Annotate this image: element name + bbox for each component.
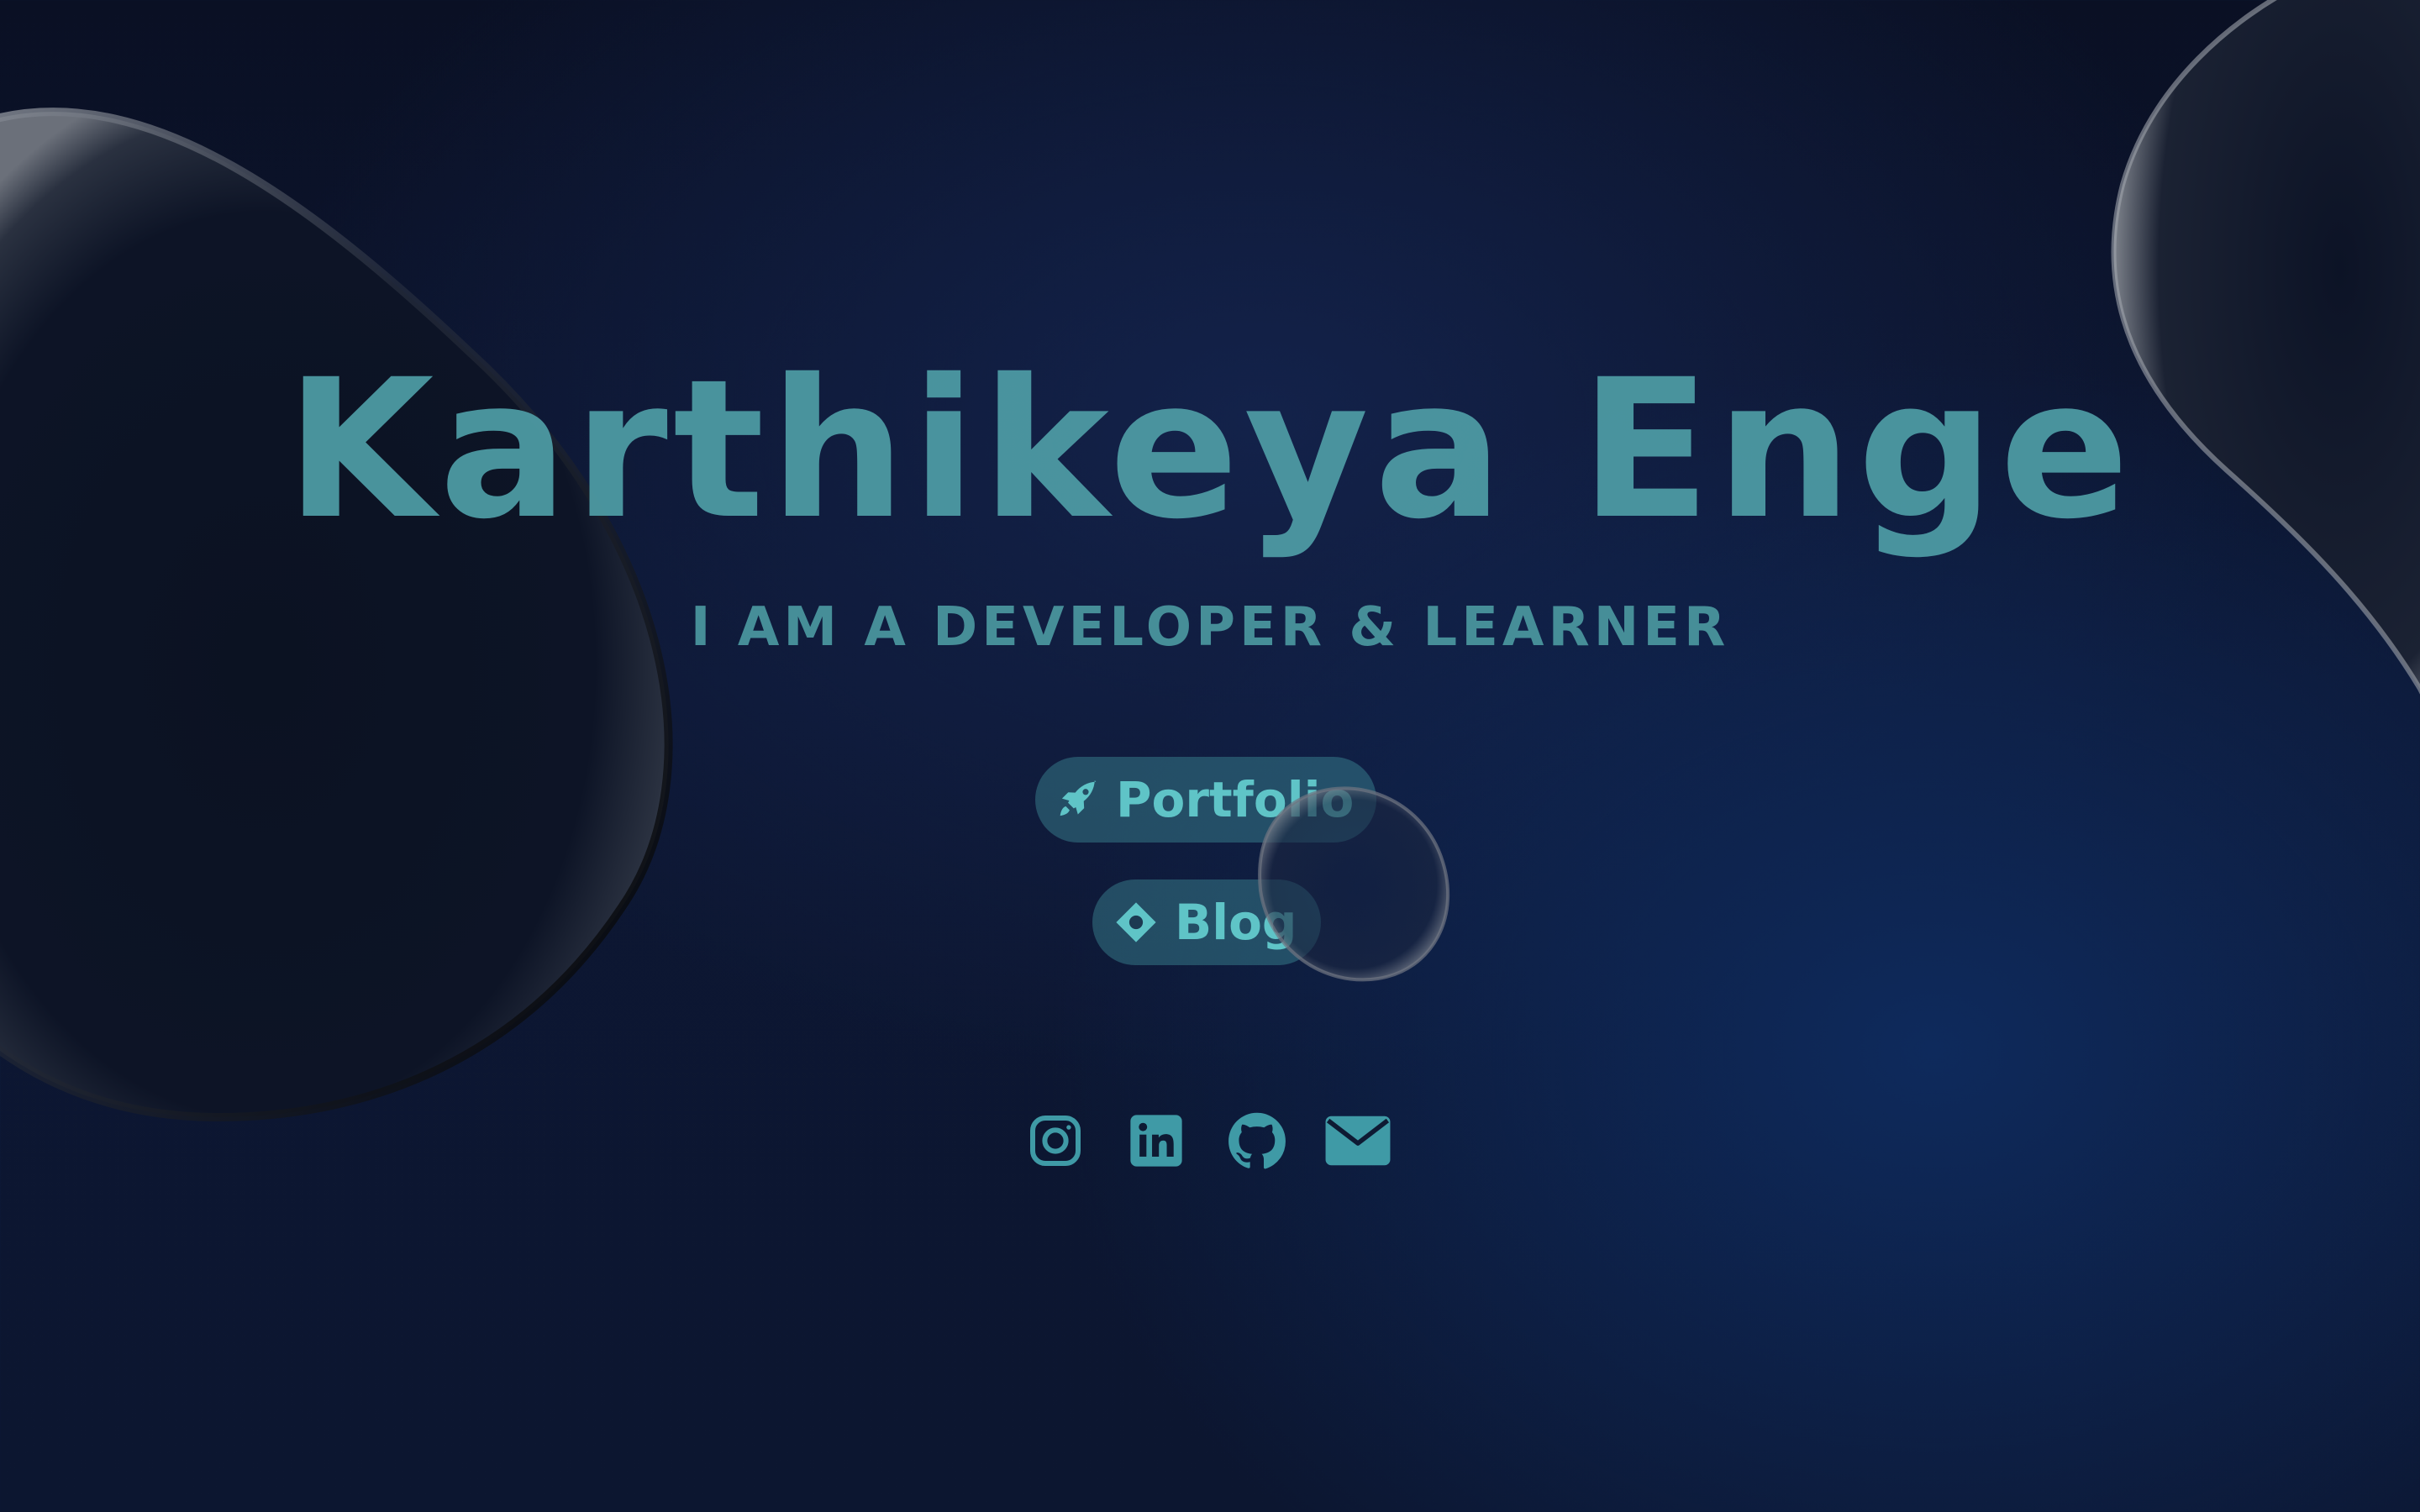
hero-name: Karthikeya Enge [285,338,2135,561]
linkedin-icon[interactable] [1123,1107,1190,1174]
portfolio-button-label: Portfolio [1116,771,1355,828]
blog-button-label: Blog [1175,894,1297,951]
github-icon[interactable] [1223,1107,1291,1174]
diamond-icon [1113,899,1160,946]
blog-button[interactable]: Blog [1092,879,1321,965]
portfolio-button[interactable]: Portfolio [1035,757,1376,843]
mail-icon[interactable] [1324,1107,1392,1174]
hero-tagline: I AM A DEVELOPER & LEARNER [690,596,1730,659]
landing-page: Karthikeya Enge I AM A DEVELOPER & LEARN… [0,0,2420,1512]
rocket-icon [1055,776,1101,823]
instagram-icon[interactable] [1022,1107,1089,1174]
